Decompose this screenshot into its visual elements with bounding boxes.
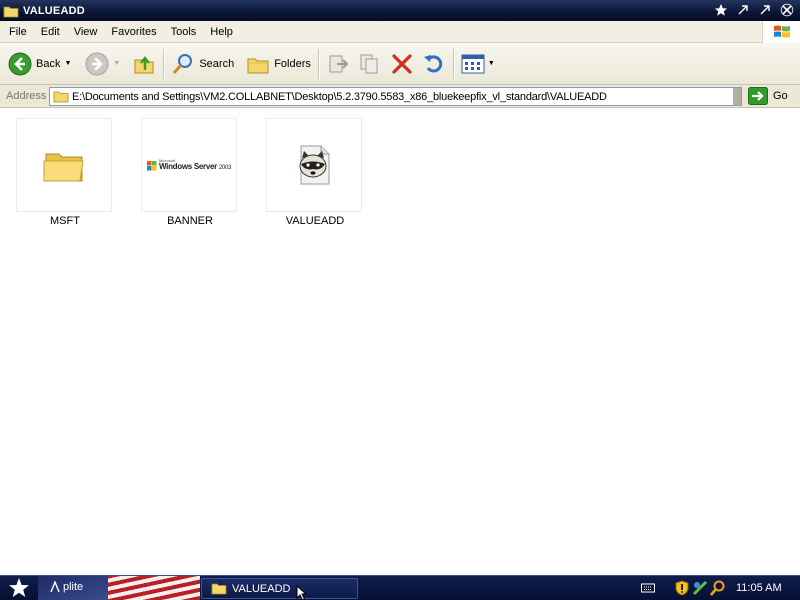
copy-to-button[interactable] xyxy=(354,46,386,82)
folders-label: Folders xyxy=(274,57,311,70)
address-bar: Address E:\Documents and Settings\VM2.CO… xyxy=(0,85,800,108)
back-label: Back xyxy=(36,57,61,70)
file-name: VALUEADD xyxy=(285,215,345,227)
mouse-cursor-icon xyxy=(296,585,308,600)
network-icon[interactable] xyxy=(692,580,708,596)
views-dropdown-icon[interactable]: ▼ xyxy=(488,60,495,67)
keyboard-icon[interactable] xyxy=(640,580,656,596)
search-button[interactable]: Search xyxy=(167,46,238,82)
banner-year: 2003 xyxy=(218,165,232,171)
forward-dropdown-icon[interactable]: ▼ xyxy=(113,60,120,67)
address-label: Address xyxy=(6,90,47,102)
forward-button[interactable]: ▼ xyxy=(81,46,124,82)
quick-launch-flag-area: plite xyxy=(38,576,200,600)
file-list-pane[interactable]: MSFT Microsoft Windows Server 2003 BANNE… xyxy=(0,108,800,575)
move-to-icon xyxy=(329,55,349,72)
forward-arrow-icon xyxy=(85,52,109,75)
menu-view[interactable]: View xyxy=(67,21,105,42)
search-label: Search xyxy=(199,57,235,70)
title-bar[interactable]: VALUEADD xyxy=(0,0,800,21)
search-icon xyxy=(173,53,193,74)
move-to-button[interactable] xyxy=(322,46,354,82)
file-name: MSFT xyxy=(50,215,80,227)
star-icon xyxy=(9,578,29,597)
menu-file[interactable]: File xyxy=(0,21,34,42)
maximize-button[interactable] xyxy=(756,2,774,18)
windows-logo-icon xyxy=(762,21,800,43)
folder-icon xyxy=(211,583,227,595)
shield-icon[interactable] xyxy=(674,580,690,596)
start-button[interactable] xyxy=(0,576,38,600)
windows-server-banner-thumbnail: Microsoft Windows Server 2003 xyxy=(141,118,237,212)
windows-flag-icon xyxy=(146,161,157,171)
app-icon xyxy=(50,581,60,593)
up-folder-button[interactable] xyxy=(128,46,160,82)
taskbar-window-button[interactable]: VALUEADD xyxy=(201,578,358,599)
address-path: E:\Documents and Settings\VM2.COLLABNET\… xyxy=(72,90,607,103)
system-tray: 11:05 AM xyxy=(640,576,800,600)
minimize-button[interactable] xyxy=(734,2,752,18)
file-item-valueadd[interactable]: VALUEADD xyxy=(265,108,365,228)
undo-button[interactable] xyxy=(418,46,450,82)
toolbar-separator xyxy=(317,48,319,79)
undo-icon xyxy=(423,54,443,72)
folder-icon xyxy=(53,91,69,103)
file-item-msft[interactable]: MSFT xyxy=(15,108,115,228)
toolbar-separator xyxy=(163,48,165,79)
pin-icon[interactable] xyxy=(712,2,730,18)
address-input[interactable]: E:\Documents and Settings\VM2.COLLABNET\… xyxy=(49,87,742,106)
views-button[interactable]: ▼ xyxy=(457,46,499,82)
menu-bar: File Edit View Favorites Tools Help xyxy=(0,21,800,43)
views-icon xyxy=(461,54,485,73)
go-label: Go xyxy=(773,90,788,102)
go-button[interactable]: Go xyxy=(748,87,788,105)
delete-x-icon xyxy=(392,53,412,74)
toolbar-separator xyxy=(452,48,454,79)
search-icon[interactable] xyxy=(710,580,726,596)
folder-icon xyxy=(16,118,112,212)
window-title: VALUEADD xyxy=(23,4,85,17)
file-item-banner[interactable]: Microsoft Windows Server 2003 BANNER xyxy=(140,108,240,228)
taskbar-window-label: VALUEADD xyxy=(232,582,291,595)
file-name: BANNER xyxy=(167,215,213,227)
quick-launch-item[interactable]: plite xyxy=(50,581,83,593)
toolbar: Back ▼ ▼ Search Folders ▼ xyxy=(0,43,800,85)
back-button[interactable]: Back ▼ xyxy=(4,46,75,82)
back-dropdown-icon[interactable]: ▼ xyxy=(64,60,71,67)
menu-help[interactable]: Help xyxy=(203,21,240,42)
menu-edit[interactable]: Edit xyxy=(34,21,67,42)
banner-product: Windows Server xyxy=(158,162,217,171)
address-dropdown-button[interactable] xyxy=(733,88,741,105)
menu-favorites[interactable]: Favorites xyxy=(104,21,163,42)
taskbar: plite VALUEADD 11:05 AM xyxy=(0,575,800,600)
folder-icon xyxy=(3,6,19,17)
folders-icon xyxy=(247,58,269,73)
back-arrow-icon xyxy=(8,52,32,75)
clock: 11:05 AM xyxy=(736,582,782,594)
up-folder-icon xyxy=(134,55,154,73)
quick-launch-label: plite xyxy=(63,581,84,593)
go-arrow-icon xyxy=(748,87,768,105)
raccoon-document-icon xyxy=(266,118,362,212)
delete-button[interactable] xyxy=(386,46,418,82)
folders-button[interactable]: Folders xyxy=(242,46,315,82)
menu-tools[interactable]: Tools xyxy=(164,21,204,42)
copy-to-icon xyxy=(360,54,378,73)
close-button[interactable] xyxy=(778,2,796,18)
